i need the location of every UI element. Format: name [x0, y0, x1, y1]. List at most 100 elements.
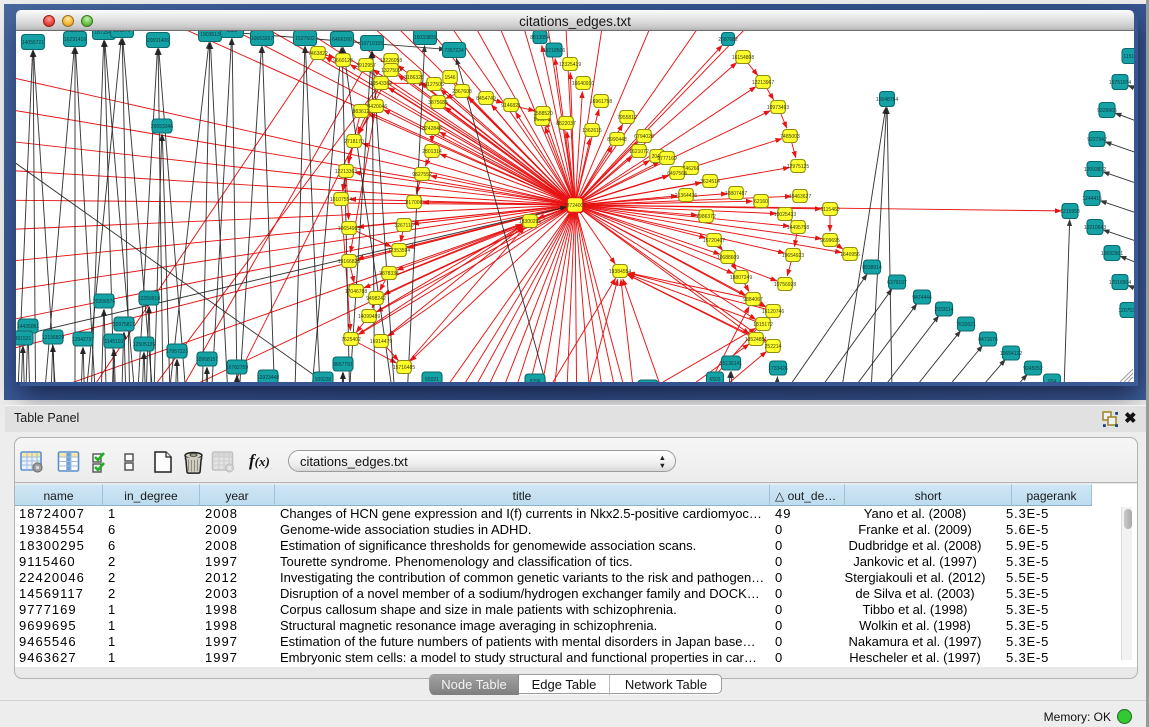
svg-text:8938914: 8938914 — [862, 265, 882, 271]
svg-text:7485003: 7485003 — [780, 134, 800, 140]
svg-text:1527602: 1527602 — [295, 36, 315, 42]
svg-text:14055721: 14055721 — [22, 40, 44, 46]
svg-text:1621072: 1621072 — [629, 149, 649, 155]
svg-text:8813054: 8813054 — [530, 35, 550, 41]
svg-text:12213363: 12213363 — [335, 169, 357, 175]
svg-text:8471676: 8471676 — [978, 337, 998, 343]
svg-text:62160: 62160 — [754, 199, 768, 205]
svg-text:6794028: 6794028 — [634, 134, 654, 140]
svg-text:3912957: 3912957 — [356, 63, 376, 69]
svg-text:16782759: 16782759 — [226, 365, 248, 371]
svg-text:14099489: 14099489 — [358, 314, 380, 320]
svg-text:12975125: 12975125 — [787, 164, 809, 170]
svg-text:20206576: 20206576 — [93, 299, 115, 305]
svg-text:19463627: 19463627 — [789, 194, 811, 200]
svg-text:15716485: 15716485 — [393, 365, 415, 371]
svg-text:1215958: 1215958 — [1060, 209, 1080, 215]
svg-text:10973493: 10973493 — [767, 105, 789, 111]
svg-text:18724007: 18724007 — [564, 203, 586, 209]
svg-text:10688609: 10688609 — [717, 255, 739, 261]
svg-text:8242848: 8242848 — [422, 126, 442, 132]
svg-text:20691406: 20691406 — [147, 38, 169, 44]
svg-text:8990448: 8990448 — [607, 137, 627, 143]
svg-text:109238: 109238 — [315, 377, 332, 382]
svg-text:10210643: 10210643 — [1084, 225, 1106, 231]
svg-text:32975817: 32975817 — [113, 322, 135, 328]
svg-text:16120746: 16120746 — [762, 309, 784, 315]
svg-text:15136141: 15136141 — [720, 361, 742, 367]
svg-text:11511: 11511 — [1123, 54, 1134, 60]
svg-text:9474444: 9474444 — [912, 295, 932, 301]
svg-text:817006: 817006 — [406, 200, 423, 206]
svg-text:391521: 391521 — [16, 336, 32, 342]
svg-text:12923448: 12923448 — [257, 375, 279, 381]
svg-text:10654985: 10654985 — [338, 226, 360, 232]
svg-text:29053346: 29053346 — [151, 124, 173, 130]
svg-text:1733426: 1733426 — [768, 366, 788, 372]
svg-text:7986372: 7986372 — [696, 214, 716, 220]
svg-text:7955812: 7955812 — [617, 115, 637, 121]
svg-text:12353594: 12353594 — [388, 248, 410, 254]
svg-text:1815172: 1815172 — [753, 322, 773, 328]
svg-text:16914479: 16914479 — [370, 339, 392, 345]
svg-text:9245052: 9245052 — [1023, 366, 1043, 372]
svg-text:15692901: 15692901 — [1101, 251, 1123, 257]
svg-text:10025433: 10025433 — [774, 212, 796, 218]
svg-text:12325419: 12325419 — [559, 62, 581, 68]
svg-text:8296: 8296 — [529, 379, 540, 382]
svg-text:1362615: 1362615 — [582, 128, 602, 134]
svg-text:7625402: 7625402 — [341, 337, 361, 343]
svg-text:10543362: 10543362 — [370, 81, 392, 87]
svg-text:16033809: 16033809 — [414, 35, 436, 41]
svg-text:9660128: 9660128 — [333, 58, 353, 64]
svg-text:12505135: 12505135 — [133, 342, 155, 348]
svg-text:2933114: 2933114 — [934, 307, 953, 313]
svg-text:2367608: 2367608 — [452, 89, 472, 95]
svg-text:10756928: 10756928 — [774, 282, 796, 288]
svg-text:1207534: 1207534 — [1118, 308, 1134, 314]
svg-text:9884067: 9884067 — [743, 297, 763, 303]
svg-text:12093872: 12093872 — [1084, 167, 1106, 173]
svg-text:9115460: 9115460 — [820, 207, 839, 213]
svg-text:3267110: 3267110 — [394, 223, 413, 229]
svg-text:17046788: 17046788 — [345, 289, 367, 295]
svg-text:12942737: 12942737 — [72, 337, 94, 343]
svg-text:21364436: 21364436 — [675, 193, 697, 199]
svg-text:19166825: 19166825 — [338, 259, 360, 265]
svg-text:9777169: 9777169 — [657, 156, 677, 162]
svg-text:9498242: 9498242 — [366, 296, 386, 302]
svg-text:1640956: 1640956 — [840, 252, 860, 258]
svg-text:2718170: 2718170 — [344, 139, 364, 145]
svg-text:3875685: 3875685 — [428, 100, 448, 106]
svg-text:10719155: 10719155 — [361, 41, 383, 47]
svg-text:6466160: 6466160 — [332, 37, 352, 43]
svg-text:6497568: 6497568 — [667, 171, 687, 177]
svg-text:1244415: 1244415 — [1082, 196, 1102, 202]
svg-text:2801314: 2801314 — [422, 149, 442, 155]
svg-text:924: 924 — [1048, 379, 1057, 382]
svg-text:19384554: 19384554 — [609, 269, 631, 275]
svg-text:10958157: 10958157 — [196, 357, 218, 363]
svg-text:12156829: 12156829 — [42, 335, 64, 341]
svg-text:7357224: 7357224 — [444, 48, 464, 54]
svg-text:983612: 983612 — [353, 109, 370, 115]
svg-text:1327509: 1327509 — [381, 68, 401, 74]
svg-text:9127505: 9127505 — [424, 82, 444, 88]
svg-text:17957223: 17957223 — [166, 349, 188, 355]
svg-text:1529: 1529 — [226, 31, 237, 34]
svg-text:3878334: 3878334 — [379, 271, 399, 277]
svg-text:10654122: 10654122 — [1000, 351, 1022, 357]
svg-text:3186328: 3186328 — [404, 75, 424, 81]
svg-text:1546: 1546 — [444, 75, 455, 81]
svg-text:14495758: 14495758 — [787, 225, 809, 231]
svg-text:6379197: 6379197 — [887, 280, 907, 286]
svg-text:2687682: 2687682 — [718, 37, 738, 43]
svg-text:9227342: 9227342 — [1087, 137, 1107, 143]
svg-text:18807249: 18807249 — [730, 275, 752, 281]
svg-text:19218506: 19218506 — [543, 48, 565, 54]
svg-text:16231416: 16231416 — [64, 37, 86, 43]
svg-text:15720407: 15720407 — [703, 238, 725, 244]
svg-text:16648784: 16648784 — [876, 97, 898, 103]
svg-text:1903513: 1903513 — [200, 32, 220, 38]
svg-text:12359918: 12359918 — [138, 296, 160, 302]
